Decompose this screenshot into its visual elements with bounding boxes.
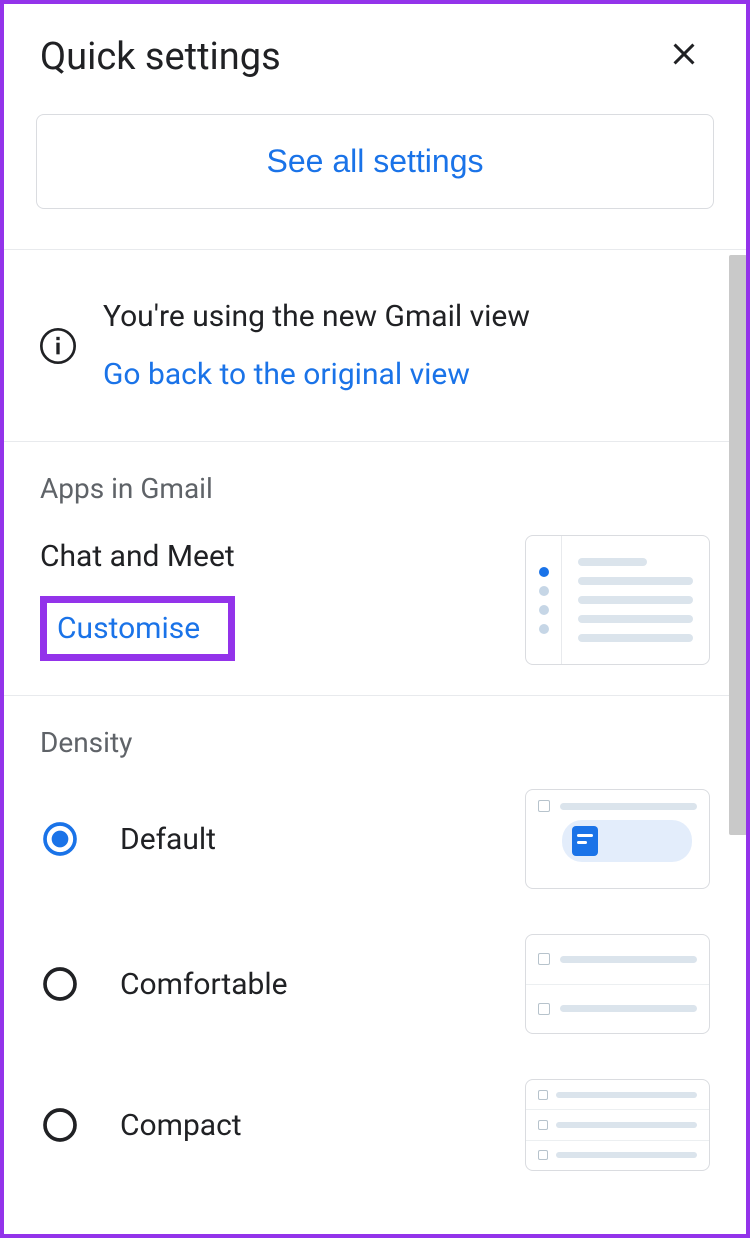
preview-line <box>556 1092 697 1098</box>
radio-unselected-icon <box>40 964 80 1004</box>
density-preview-comfortable <box>525 934 710 1034</box>
density-option-comfortable[interactable]: Comfortable <box>40 934 710 1034</box>
preview-line <box>578 615 693 623</box>
customise-annotation: Customise <box>40 596 235 661</box>
apps-left: Chat and Meet Customise <box>40 539 525 661</box>
density-preview-compact <box>525 1079 710 1171</box>
preview-row <box>526 1141 709 1170</box>
preview-line <box>560 1005 697 1012</box>
density-label: Compact <box>120 1108 485 1143</box>
density-section-title: Density <box>40 726 710 759</box>
quick-settings-panel: Quick settings See all settings You're u… <box>0 0 750 1238</box>
apps-section: Apps in Gmail Chat and Meet Customise <box>0 442 750 695</box>
preview-line <box>560 956 697 963</box>
preview-line <box>560 803 697 810</box>
close-button[interactable] <box>666 36 710 79</box>
new-view-text: You're using the new Gmail view Go back … <box>103 298 722 393</box>
radio-selected-icon <box>40 819 80 859</box>
preview-line <box>578 634 693 642</box>
apps-row: Chat and Meet Customise <box>40 535 710 665</box>
density-label: Comfortable <box>120 967 485 1002</box>
preview-row <box>526 985 709 1034</box>
document-icon <box>572 826 598 856</box>
preview-line <box>556 1122 697 1128</box>
dot-icon <box>539 586 549 596</box>
checkbox-icon <box>538 1150 548 1160</box>
density-label: Default <box>120 822 485 857</box>
new-view-message: You're using the new Gmail view <box>103 298 722 336</box>
preview-row <box>526 1110 709 1140</box>
see-all-container: See all settings <box>0 89 750 249</box>
preview-row <box>538 800 697 812</box>
preview-row <box>526 1080 709 1110</box>
apps-section-title: Apps in Gmail <box>40 472 710 505</box>
panel-title: Quick settings <box>40 35 281 79</box>
checkbox-icon <box>538 1003 550 1015</box>
checkbox-icon <box>538 1090 548 1100</box>
checkbox-icon <box>538 1120 548 1130</box>
customise-highlight-box: Customise <box>40 596 235 661</box>
preview-row <box>526 935 709 985</box>
preview-line <box>556 1152 697 1158</box>
apps-preview-thumbnail[interactable] <box>525 535 710 665</box>
preview-line <box>578 577 693 585</box>
density-option-compact[interactable]: Compact <box>40 1079 710 1171</box>
dot-icon <box>539 624 549 634</box>
apps-preview-dots <box>526 536 562 664</box>
go-back-original-link[interactable]: Go back to the original view <box>103 356 722 394</box>
scrollbar-thumb[interactable] <box>729 255 747 835</box>
chat-meet-heading: Chat and Meet <box>40 539 525 574</box>
see-all-settings-button[interactable]: See all settings <box>36 114 714 209</box>
radio-unselected-icon <box>40 1105 80 1145</box>
checkbox-icon <box>538 800 550 812</box>
dot-icon <box>539 605 549 615</box>
apps-preview-lines <box>562 536 709 664</box>
new-view-section: You're using the new Gmail view Go back … <box>0 250 750 441</box>
preview-pill <box>562 820 692 862</box>
checkbox-icon <box>538 953 550 965</box>
density-preview-default <box>525 789 710 889</box>
info-icon <box>38 326 78 366</box>
close-icon <box>666 35 702 82</box>
preview-line <box>578 558 647 566</box>
panel-header: Quick settings <box>0 0 750 89</box>
density-option-default[interactable]: Default <box>40 789 710 889</box>
customise-link[interactable]: Customise <box>57 611 200 646</box>
preview-line <box>578 596 693 604</box>
density-options: Default Comfortable <box>40 789 710 1171</box>
density-section: Density Default <box>0 696 750 1201</box>
dot-icon <box>539 567 549 577</box>
